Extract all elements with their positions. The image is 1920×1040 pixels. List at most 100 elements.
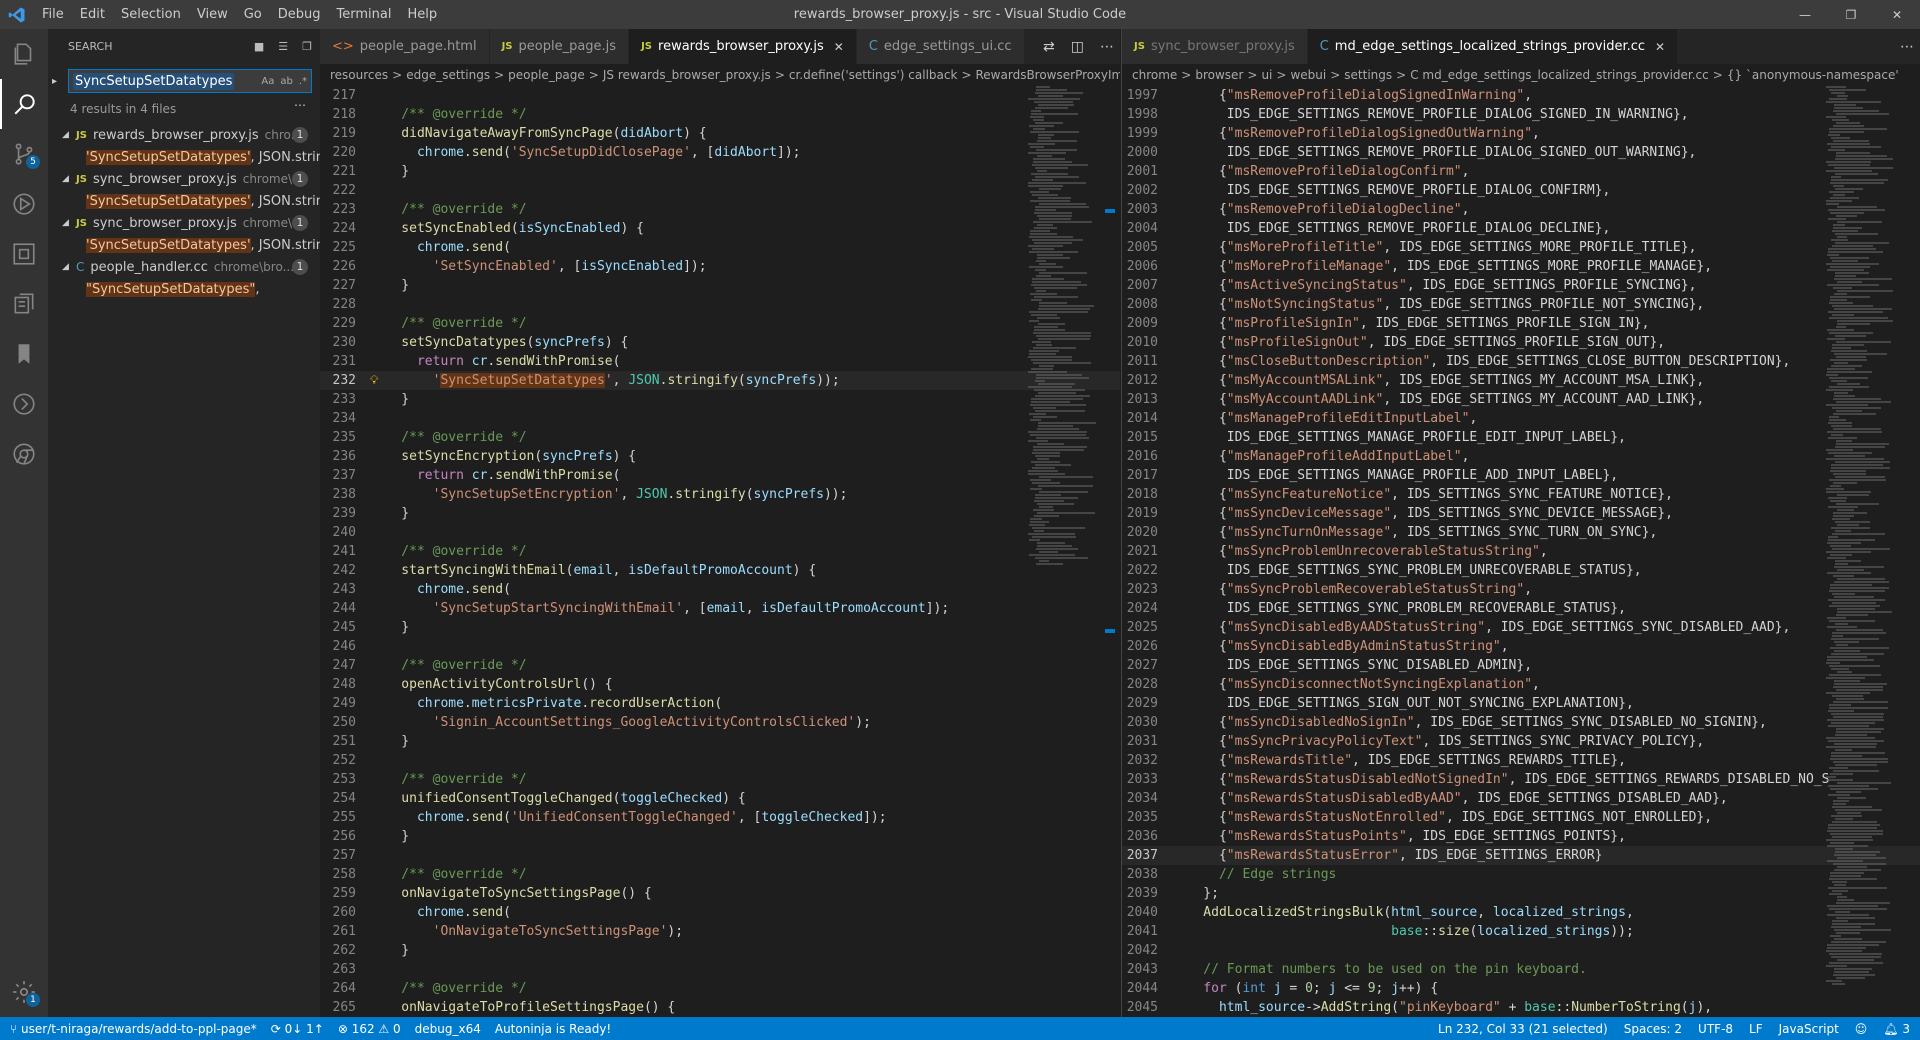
regex-toggle[interactable]: .*: [299, 76, 307, 87]
close-tab-icon[interactable]: ✕: [834, 40, 844, 54]
minimap-line: [1033, 449, 1084, 451]
breadcrumb-item[interactable]: resources: [330, 68, 388, 82]
timeline-icon[interactable]: [0, 379, 48, 429]
more-actions-icon[interactable]: ⋯: [294, 98, 306, 112]
menu-item-edit[interactable]: Edit: [72, 7, 113, 22]
search-icon[interactable]: [0, 79, 48, 129]
cursor-position[interactable]: Ln 232, Col 33 (21 selected): [1438, 1022, 1608, 1036]
result-match-line[interactable]: 'SyncSetupSetDatatypes', JSON.stringif..…: [48, 146, 320, 168]
editor-tab[interactable]: JS sync_browser_proxy.js: [1122, 29, 1308, 64]
status-bar: ⑂ user/t-niraga/rewards/add-to-ppl-page*…: [0, 1017, 1920, 1040]
minimize-button[interactable]: —: [1782, 0, 1828, 29]
code-token: send: [471, 810, 504, 825]
expand-chevron-icon[interactable]: ◢: [62, 218, 76, 228]
language-mode[interactable]: JavaScript: [1779, 1022, 1839, 1036]
result-file[interactable]: ◢ JS rewards_browser_proxy.js chro... 1: [48, 124, 320, 146]
notifications-indicator[interactable]: 🔔︎ 3: [1883, 1022, 1910, 1036]
minimap-line: [1836, 113, 1889, 115]
breadcrumb-item[interactable]: edge_settings: [406, 68, 490, 82]
breadcrumb-item[interactable]: C md_edge_settings_localized_strings_pro…: [1410, 68, 1709, 82]
sync-indicator[interactable]: ⟳ 0↓ 1↑: [271, 1022, 324, 1036]
left-code-area[interactable]: 217 218 /** @override */219 didNavigateAw…: [320, 86, 1120, 1017]
result-match-line[interactable]: "SyncSetupSetDatatypes",: [48, 278, 320, 300]
lightbulb-icon[interactable]: 💡︎: [370, 371, 378, 390]
expand-chevron-icon[interactable]: ◢: [62, 262, 76, 272]
minimap-line: [1037, 443, 1064, 445]
clear-results-icon[interactable]: ■: [254, 40, 264, 53]
minimap-line: [1831, 365, 1862, 367]
menu-item-go[interactable]: Go: [236, 7, 270, 22]
remote-explorer-icon[interactable]: [0, 279, 48, 329]
search-input[interactable]: SyncSetupSetDatatypes Aa ab .*: [68, 69, 312, 93]
explorer-icon[interactable]: [0, 29, 48, 79]
breadcrumb-item[interactable]: RewardsBrowserProxyImpl: [976, 68, 1121, 82]
breadcrumb-item[interactable]: webui: [1290, 68, 1326, 82]
split-editor-icon[interactable]: ◫: [1071, 39, 1084, 55]
right-minimap[interactable]: [1826, 86, 1896, 1017]
line-content: startSyncingWithEmail(email, isDefaultPr…: [370, 561, 816, 580]
result-file[interactable]: ◢ JS sync_browser_proxy.js chrome\... 1: [48, 212, 320, 234]
collapse-all-icon[interactable]: ☰: [278, 40, 288, 53]
breadcrumb-item[interactable]: browser: [1195, 68, 1243, 82]
minimap-line: [1032, 452, 1060, 454]
menu-item-debug[interactable]: Debug: [270, 7, 329, 22]
ninja-status[interactable]: Autoninja is Ready!: [495, 1022, 611, 1036]
result-file[interactable]: ◢ JS sync_browser_proxy.js chrome\... 1: [48, 168, 320, 190]
toggle-replace-icon[interactable]: ▸: [52, 76, 68, 87]
code-line: 237 return cr.sendWithPromise(: [320, 466, 1120, 485]
debug-icon[interactable]: [0, 179, 48, 229]
editor-tab[interactable]: Cedge_settings_ui.cc: [856, 29, 1025, 64]
minimap-line: [1827, 914, 1869, 916]
minimap-line: [1833, 224, 1845, 226]
right-code-area[interactable]: 1997 {"msRemoveProfileDialogSignedInWarn…: [1122, 86, 1920, 1017]
close-tab-icon[interactable]: ✕: [1655, 40, 1665, 54]
line-number: 252: [332, 753, 356, 768]
chrome-icon[interactable]: [0, 429, 48, 479]
line-ending[interactable]: LF: [1749, 1022, 1763, 1036]
build-target[interactable]: debug_x64: [415, 1022, 481, 1036]
result-file[interactable]: ◢ Cpeople_handler.cc chrome\bro... 1: [48, 256, 320, 278]
more-actions-icon[interactable]: ⋯: [1100, 39, 1114, 55]
match-word-toggle[interactable]: ab: [280, 76, 292, 87]
breadcrumb-item[interactable]: {} `anonymous-namespace': [1727, 68, 1899, 82]
menu-item-file[interactable]: File: [34, 7, 72, 22]
more-actions-icon[interactable]: ⋯: [1900, 39, 1914, 55]
settings-gear-icon[interactable]: 1: [0, 967, 48, 1017]
left-minimap[interactable]: [1028, 86, 1098, 1017]
menu-item-help[interactable]: Help: [399, 7, 445, 22]
breadcrumb-item[interactable]: chrome: [1132, 68, 1177, 82]
menu-item-view[interactable]: View: [189, 7, 236, 22]
editor-tab[interactable]: <> people_page.html: [320, 29, 490, 64]
source-control-icon[interactable]: 5: [0, 129, 48, 179]
open-changes-icon[interactable]: ⇄: [1043, 39, 1055, 55]
breadcrumb-item[interactable]: ui: [1261, 68, 1272, 82]
line-number: 2014: [1126, 411, 1158, 426]
problems-indicator[interactable]: ⊗ 162 ⚠ 0: [338, 1022, 401, 1036]
editor-tab[interactable]: JS rewards_browser_proxy.js ✕: [629, 29, 857, 64]
result-match-line[interactable]: 'SyncSetupSetDatatypes', JSON.stringif..…: [48, 190, 320, 212]
minimap-line: [1826, 86, 1846, 88]
maximize-button[interactable]: ❐: [1828, 0, 1874, 29]
bookmarks-icon[interactable]: [0, 329, 48, 379]
breadcrumb-item[interactable]: settings: [1344, 68, 1392, 82]
result-match-line[interactable]: 'SyncSetupSetDatatypes', JSON.stringif..…: [48, 234, 320, 256]
line-number: 2035: [1126, 810, 1158, 825]
new-search-editor-icon[interactable]: ❐: [302, 40, 312, 53]
breadcrumb-item[interactable]: JS rewards_browser_proxy.js: [603, 68, 771, 82]
close-button[interactable]: ✕: [1874, 0, 1920, 29]
extensions-icon[interactable]: [0, 229, 48, 279]
editor-tab[interactable]: JS people_page.js: [489, 29, 630, 64]
match-case-toggle[interactable]: Aa: [261, 76, 274, 87]
menu-item-terminal[interactable]: Terminal: [329, 7, 400, 22]
indentation[interactable]: Spaces: 2: [1624, 1022, 1682, 1036]
expand-chevron-icon[interactable]: ◢: [62, 174, 76, 184]
expand-chevron-icon[interactable]: ◢: [62, 130, 76, 140]
editor-tab[interactable]: Cmd_edge_settings_localized_strings_prov…: [1307, 29, 1679, 64]
feedback-icon[interactable]: ☺: [1855, 1022, 1868, 1036]
encoding[interactable]: UTF-8: [1698, 1022, 1733, 1036]
breadcrumb-item[interactable]: cr.define('settings') callback: [789, 68, 958, 82]
breadcrumb-item[interactable]: people_page: [508, 68, 585, 82]
code-line: 2017 IDS_EDGE_SETTINGS_MANAGE_PROFILE_AD…: [1122, 466, 1920, 485]
menu-item-selection[interactable]: Selection: [113, 7, 189, 22]
branch-indicator[interactable]: ⑂ user/t-niraga/rewards/add-to-ppl-page*: [10, 1022, 257, 1036]
